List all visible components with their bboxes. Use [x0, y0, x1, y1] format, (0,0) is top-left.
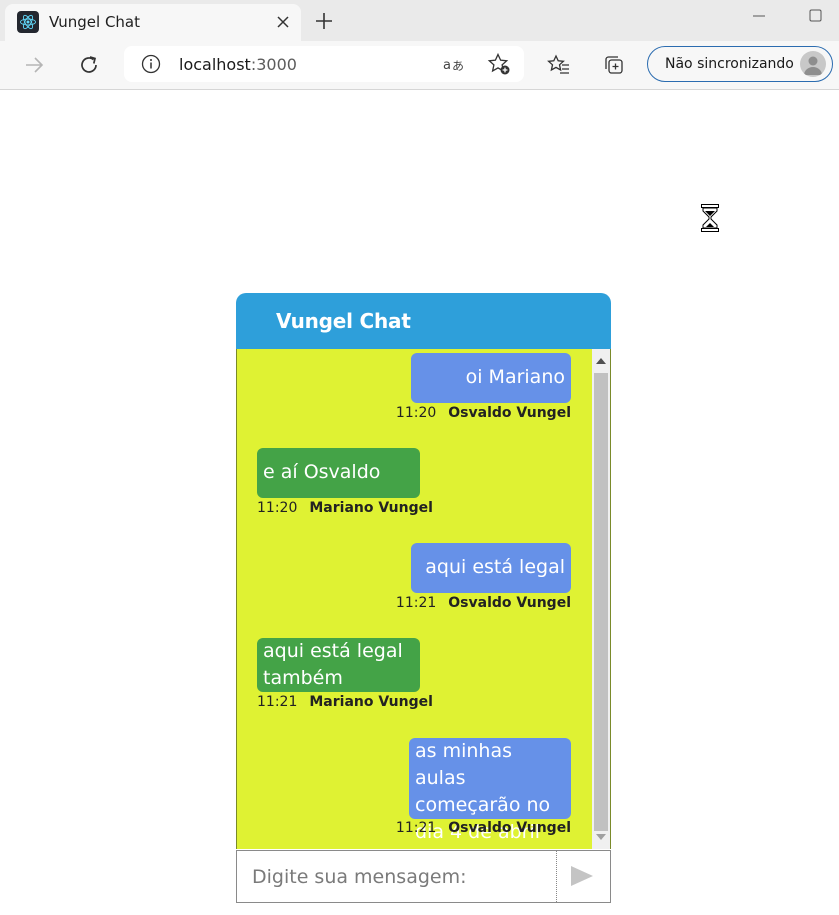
- tab-title: Vungel Chat: [49, 13, 140, 31]
- message-time: 11:20: [395, 405, 437, 421]
- message-meta: 11:21 Osvaldo Vungel: [396, 820, 571, 836]
- close-icon[interactable]: [273, 12, 293, 32]
- message-text: aqui está legal: [425, 556, 565, 578]
- message-text: e aí Osvaldo: [263, 461, 381, 483]
- favorites-list-icon[interactable]: [543, 49, 575, 81]
- scroll-down-arrow-icon[interactable]: [592, 827, 610, 847]
- sync-label: Não sincronizando: [665, 56, 794, 72]
- message-sender: Osvaldo Vungel: [448, 405, 571, 421]
- message-composer: [236, 850, 611, 903]
- chat-title: Vungel Chat: [276, 309, 411, 333]
- message-bubble-sent: aqui está legal: [411, 543, 571, 593]
- react-favicon-icon: [17, 11, 39, 33]
- maximize-icon[interactable]: [806, 6, 826, 26]
- browser-toolbar: localhost:3000 aあ Não sincronizando: [0, 41, 839, 90]
- message-time: 11:21: [257, 694, 298, 710]
- message-sender: Osvaldo Vungel: [448, 820, 571, 836]
- scrollbar-thumb[interactable]: [594, 373, 608, 831]
- message-text: oi Mariano: [465, 366, 565, 388]
- scroll-up-arrow-icon[interactable]: [592, 351, 610, 371]
- message-text: aqui está legal também: [263, 640, 403, 689]
- translate-icon[interactable]: aあ: [438, 48, 470, 80]
- message-input[interactable]: [238, 852, 554, 901]
- svg-text:あ: あ: [452, 59, 464, 73]
- profile-avatar-icon: [800, 51, 826, 77]
- message-meta: 11:21 Mariano Vungel: [257, 694, 433, 710]
- collections-icon[interactable]: [598, 49, 630, 81]
- message-bubble-sent: oi Mariano: [411, 353, 571, 403]
- tab-strip: Vungel Chat: [0, 0, 839, 41]
- chat-header: Vungel Chat: [236, 293, 611, 349]
- chat-scrollbar[interactable]: [592, 349, 610, 849]
- message-sender: Mariano Vungel: [309, 500, 433, 516]
- message-meta: 11:20 Osvaldo Vungel: [396, 405, 571, 421]
- message-meta: 11:21 Osvaldo Vungel: [396, 595, 571, 611]
- message-time: 11:21: [395, 595, 437, 611]
- browser-tab[interactable]: Vungel Chat: [5, 4, 301, 41]
- hourglass-cursor-icon: [701, 204, 719, 232]
- message-bubble-received: e aí Osvaldo: [257, 448, 420, 498]
- refresh-icon[interactable]: [73, 49, 105, 81]
- minimize-icon[interactable]: [749, 6, 769, 26]
- message-time: 11:20: [257, 500, 298, 516]
- chat-messages[interactable]: oi Mariano 11:20 Osvaldo Vungel e aí Osva…: [236, 349, 611, 849]
- url-text: localhost:3000: [179, 55, 297, 74]
- favorite-add-icon[interactable]: [483, 48, 515, 80]
- message-bubble-sent: as minhas aulas começarão no dia 4 de ab…: [409, 738, 571, 843]
- message-bubble-received: aqui está legal também: [257, 638, 420, 692]
- svg-text:a: a: [443, 58, 451, 73]
- sync-profile-button[interactable]: Não sincronizando: [647, 46, 833, 82]
- message-sender: Osvaldo Vungel: [448, 595, 571, 611]
- composer-divider: [556, 851, 557, 902]
- forward-arrow-icon[interactable]: [18, 49, 50, 81]
- message-meta: 11:20 Mariano Vungel: [257, 500, 433, 516]
- plus-icon[interactable]: [312, 9, 336, 33]
- address-bar[interactable]: localhost:3000 aあ: [124, 46, 524, 82]
- chat-widget: Vungel Chat oi Mariano 11:20 Osvaldo Vung…: [236, 293, 611, 903]
- message-sender: Mariano Vungel: [309, 694, 433, 710]
- info-icon[interactable]: [135, 48, 167, 80]
- send-icon[interactable]: [567, 861, 597, 891]
- message-time: 11:21: [395, 820, 437, 836]
